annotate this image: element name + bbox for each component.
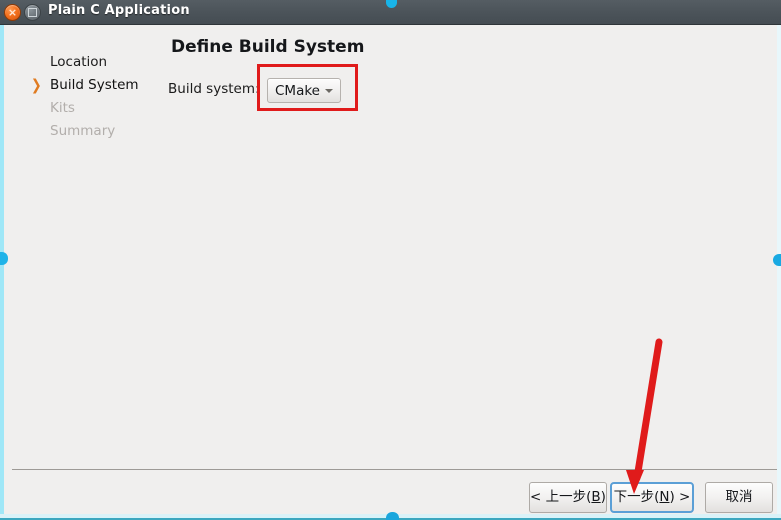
chevron-right-icon: ❯ — [31, 76, 42, 94]
window-title: Plain C Application — [48, 3, 190, 18]
resize-handle-right[interactable] — [773, 254, 781, 266]
page-title: Define Build System — [171, 37, 365, 57]
next-button[interactable]: 下一步(N) > — [610, 482, 694, 513]
build-system-value: CMake — [275, 83, 320, 99]
dialog-body: Location ❯ Build System Kits Summary Def… — [0, 25, 781, 520]
sidebar-item-location[interactable]: Location — [28, 51, 158, 74]
dialog-window: × Plain C Application Location ❯ Build S… — [0, 0, 781, 520]
chevron-down-icon — [325, 89, 333, 93]
sidebar-item-label: Kits — [50, 100, 75, 116]
sidebar-item-build-system[interactable]: ❯ Build System — [28, 74, 158, 97]
sidebar-item-summary: Summary — [28, 120, 158, 143]
sidebar-item-label: Location — [50, 54, 108, 70]
sidebar-item-kits: Kits — [28, 97, 158, 120]
sidebar-item-label: Summary — [50, 123, 116, 139]
close-icon[interactable]: × — [4, 4, 21, 21]
build-system-combobox[interactable]: CMake — [267, 78, 341, 103]
resize-handle-bottom[interactable] — [386, 512, 399, 520]
footer-divider — [12, 469, 777, 470]
back-button[interactable]: < 上一步(B) — [529, 482, 607, 513]
window-edge-right — [777, 25, 781, 520]
sidebar-item-label: Build System — [50, 77, 139, 93]
build-system-label: Build system: — [168, 81, 260, 97]
maximize-glyph — [28, 8, 37, 17]
maximize-icon[interactable] — [24, 4, 41, 21]
wizard-step-list: Location ❯ Build System Kits Summary — [28, 51, 158, 143]
close-glyph: × — [7, 6, 18, 19]
cancel-button[interactable]: 取消 — [705, 482, 773, 513]
